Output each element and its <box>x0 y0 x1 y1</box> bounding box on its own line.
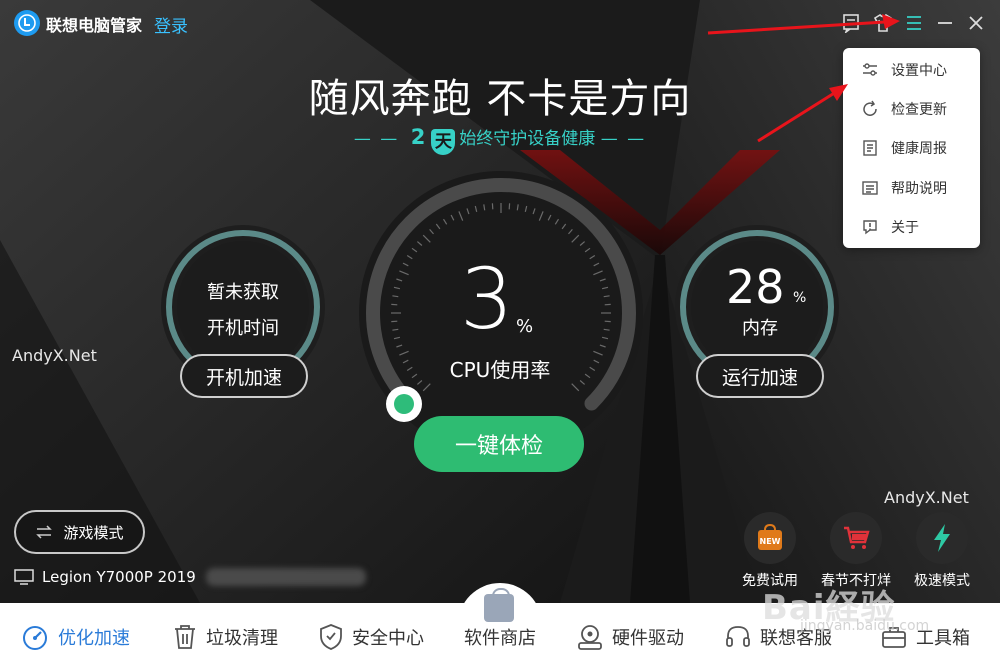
boot-status: 暂未获取 <box>207 282 279 303</box>
cart-icon <box>844 526 870 549</box>
skin-icon <box>873 13 893 32</box>
memory-label: 内存 <box>742 318 778 339</box>
nav-security[interactable]: 安全中心 <box>318 620 424 654</box>
titlebar: 联想电脑管家 登录 <box>0 0 1000 46</box>
boot-label: 开机时间 <box>207 318 279 339</box>
nav-drivers-label: 硬件驱动 <box>612 628 684 649</box>
cpu-gauge-indicator <box>386 386 422 422</box>
blurred-info <box>206 568 366 586</box>
cpu-usage-value: 3 <box>460 250 514 348</box>
shopping-bag-icon[interactable] <box>484 588 514 622</box>
close-button[interactable] <box>963 10 989 36</box>
cpu-usage-unit: % <box>516 316 534 337</box>
svg-text:NEW: NEW <box>760 537 781 546</box>
promo-spring-festival[interactable]: 春节不打烊 <box>816 512 896 590</box>
help-icon <box>862 181 878 195</box>
driver-icon <box>578 625 602 650</box>
one-click-checkup-button[interactable]: 一键体检 <box>414 416 584 472</box>
promo-turbo-mode[interactable]: 极速模式 <box>902 512 982 590</box>
minimize-button[interactable] <box>932 10 958 36</box>
subline-text: 始终守护设备健康 <box>459 129 596 149</box>
baidu-watermark-url: jingyan.baidu.com <box>800 618 930 634</box>
device-info: Legion Y7000P 2019 <box>14 568 196 586</box>
day-badge: 天 <box>431 129 456 155</box>
refresh-icon <box>863 100 877 116</box>
menu-item-health-report[interactable]: 健康周报 <box>843 130 980 166</box>
menu-item-settings[interactable]: 设置中心 <box>843 52 980 88</box>
switch-arrows-icon <box>36 525 53 539</box>
lenovo-logo <box>14 10 40 36</box>
nav-store[interactable]: 软件商店 <box>464 620 536 654</box>
nav-cleanup[interactable]: 垃圾清理 <box>172 620 278 654</box>
nav-store-label: 软件商店 <box>464 628 536 649</box>
nav-optimize[interactable]: 优化加速 <box>20 620 130 654</box>
nav-drivers[interactable]: 硬件驱动 <box>576 620 684 654</box>
monitor-icon <box>14 569 34 585</box>
menu-item-help-label: 帮助说明 <box>891 181 947 197</box>
trash-icon <box>175 625 195 649</box>
menu-item-check-update[interactable]: 检查更新 <box>843 91 980 127</box>
info-icon <box>863 220 877 235</box>
nav-optimize-label: 优化加速 <box>58 628 130 649</box>
days-count: 2 <box>410 125 426 149</box>
watermark-left: AndyX.Net <box>12 346 97 365</box>
gift-icon: NEW <box>758 523 782 550</box>
main-menu-dropdown: 设置中心 检查更新 健康周报 帮助说明 关于 <box>843 48 980 248</box>
settings-icon <box>863 63 877 76</box>
report-icon <box>863 140 877 156</box>
run-speedup-button[interactable]: 运行加速 <box>696 354 824 398</box>
logo-icon <box>16 12 38 34</box>
speed-icon <box>23 626 47 650</box>
game-mode-label: 游戏模式 <box>63 523 124 542</box>
feedback-button[interactable] <box>838 10 864 36</box>
app-title: 联想电脑管家 <box>46 16 143 35</box>
memory-usage-value: 28 <box>726 260 785 314</box>
nav-security-label: 安全中心 <box>352 628 424 649</box>
menu-item-about[interactable]: 关于 <box>843 209 980 245</box>
close-icon <box>969 16 983 30</box>
menu-item-health-report-label: 健康周报 <box>891 141 947 157</box>
login-link[interactable]: 登录 <box>154 12 188 37</box>
menu-button[interactable] <box>901 10 927 36</box>
menu-icon <box>907 16 921 30</box>
skin-button[interactable] <box>870 10 896 36</box>
subline-dash-right: — — <box>600 129 647 149</box>
nav-cleanup-label: 垃圾清理 <box>206 628 278 649</box>
device-name: Legion Y7000P 2019 <box>42 568 196 586</box>
menu-item-about-label: 关于 <box>891 220 919 236</box>
headset-icon <box>726 626 750 647</box>
game-mode-button[interactable]: 游戏模式 <box>14 510 145 554</box>
watermark-right: AndyX.Net <box>884 488 969 507</box>
promo-free-trial[interactable]: NEW 免费试用 <box>730 512 810 590</box>
memory-usage-unit: % <box>793 290 807 306</box>
minimize-icon <box>938 22 952 24</box>
lightning-icon <box>934 524 950 552</box>
feedback-icon <box>843 14 859 33</box>
menu-item-help[interactable]: 帮助说明 <box>843 170 980 206</box>
shield-icon <box>320 624 342 650</box>
subline-dash-left: — — <box>353 129 400 149</box>
promo-turbo-mode-label: 极速模式 <box>914 573 970 589</box>
cpu-usage-label: CPU使用率 <box>449 358 551 382</box>
boot-speedup-button[interactable]: 开机加速 <box>180 354 308 398</box>
menu-item-check-update-label: 检查更新 <box>891 102 947 118</box>
menu-item-settings-label: 设置中心 <box>891 63 947 79</box>
